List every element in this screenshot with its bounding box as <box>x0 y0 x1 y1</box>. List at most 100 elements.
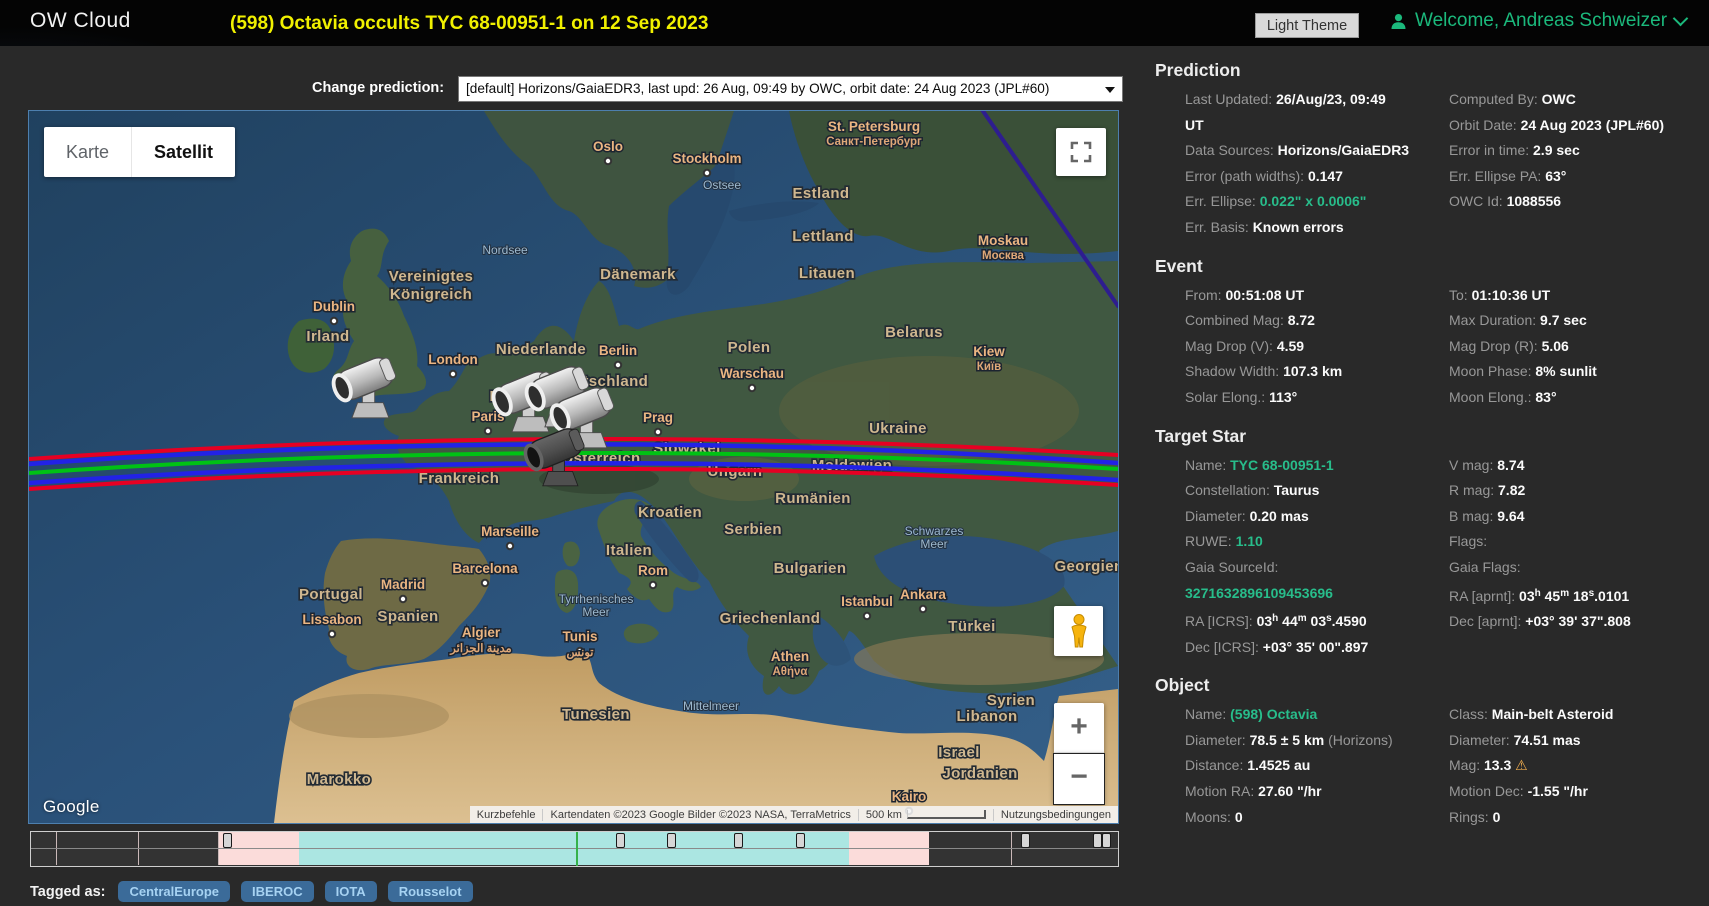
field-value: 0 <box>1493 809 1501 825</box>
field-label: Combined Mag: <box>1185 312 1288 328</box>
field-row: RUWE: 1.10 <box>1185 529 1425 555</box>
section-event: EventFrom: 00:51:08 UTCombined Mag: 8.72… <box>1155 256 1700 411</box>
field-value-link[interactable]: TYC 68-00951-1 <box>1230 457 1334 473</box>
pegman-control[interactable] <box>1054 606 1103 656</box>
field-label: Motion RA: <box>1185 783 1258 799</box>
field-value: 26/Aug/23, 09:49 <box>1276 91 1386 107</box>
field-row: Diameter: 0.20 mas <box>1185 504 1425 530</box>
map-label: Rumänien <box>775 490 851 507</box>
field-label: Err. Ellipse: <box>1185 193 1260 209</box>
time-bar-segment <box>31 832 219 848</box>
field-label: Solar Elong.: <box>1185 389 1269 405</box>
map-label: Spanien <box>377 608 438 625</box>
welcome-text: Welcome, Andreas Schweizer <box>1415 10 1667 32</box>
section-object: ObjectName: (598) OctaviaDiameter: 78.5 … <box>1155 675 1700 830</box>
field-label: Mag Drop (V): <box>1185 338 1277 354</box>
field-value-link[interactable]: (598) Octavia <box>1230 706 1317 722</box>
field-value: Known errors <box>1253 219 1344 235</box>
field-label: From: <box>1185 287 1225 303</box>
field-row: Name: TYC 68-00951-1 <box>1185 453 1425 479</box>
field-label: Moons: <box>1185 809 1235 825</box>
fullscreen-button[interactable] <box>1056 128 1106 176</box>
city-dot <box>450 371 456 377</box>
field-label: Moon Elong.: <box>1449 389 1535 405</box>
station-chord-marker[interactable] <box>1102 833 1111 848</box>
event-time-bar[interactable] <box>30 831 1119 867</box>
field-row: Mag Drop (V): 4.59 <box>1185 334 1425 360</box>
field-value: 2.9 sec <box>1533 142 1580 158</box>
map-type-satellit[interactable]: Satellit <box>131 127 235 177</box>
field-row: Orbit Date: 24 Aug 2023 (JPL#60) <box>1449 113 1700 139</box>
map-label: London <box>428 352 477 367</box>
zoom-out-button[interactable]: − <box>1054 754 1104 804</box>
field-value: (JPL#60) <box>1606 117 1664 133</box>
zoom-in-button[interactable]: + <box>1054 703 1104 753</box>
map-label: Kroatien <box>638 504 702 521</box>
field-value: 0.20 mas <box>1250 508 1309 524</box>
map-label: Bulgarien <box>774 560 847 577</box>
field-row: Constellation: Taurus <box>1185 478 1425 504</box>
terms-link[interactable]: Nutzungsbedingungen <box>993 809 1118 821</box>
map-label: Dublin <box>313 299 355 314</box>
station-chord-marker[interactable] <box>667 833 676 848</box>
field-row: Last Updated: 26/Aug/23, 09:49UT <box>1185 87 1425 138</box>
map-label: Portugal <box>299 586 363 603</box>
map-label: Litauen <box>799 265 855 282</box>
city-dot <box>615 362 621 368</box>
station-chord-marker[interactable] <box>1093 833 1102 848</box>
field-value-link[interactable]: 3271632896109453696 <box>1185 585 1333 601</box>
tag-centraleurope[interactable]: CentralEurope <box>118 881 230 902</box>
tag-rousselot[interactable]: Rousselot <box>388 881 473 902</box>
map-label: Irland <box>306 328 349 345</box>
field-label: To: <box>1449 287 1472 303</box>
map-label: Dänemark <box>600 266 676 283</box>
light-theme-button[interactable]: Light Theme <box>1255 13 1359 38</box>
field-label: Computed By: <box>1449 91 1542 107</box>
station-chord-marker[interactable] <box>223 833 232 848</box>
station-chord-marker[interactable] <box>616 833 625 848</box>
map-label: Italien <box>606 542 652 559</box>
keyboard-shortcuts-link[interactable]: Kurzbefehle <box>470 809 543 821</box>
station-chord-marker[interactable] <box>1021 833 1030 848</box>
city-dot <box>864 613 870 619</box>
station-chord-marker[interactable] <box>734 833 743 848</box>
map-type-control[interactable]: Karte Satellit <box>44 127 235 177</box>
map-label: Griechenland <box>720 610 821 627</box>
city-dot <box>605 158 611 164</box>
field-value: .0101 <box>1594 588 1629 604</box>
field-value: 63° <box>1545 168 1566 184</box>
field-value: 0.147 <box>1308 168 1343 184</box>
time-bar-gridline <box>56 849 57 865</box>
field-label: RA [aprnt]: <box>1449 588 1519 604</box>
field-row: Dec [aprnt]: +03° 39' 37".808 <box>1449 609 1700 635</box>
occultation-map[interactable]: NordseeOstseeTyrrhenischesMeerSchwarzesM… <box>28 110 1119 824</box>
map-type-karte[interactable]: Karte <box>44 127 131 177</box>
tag-iberoc[interactable]: IBEROC <box>241 881 314 902</box>
field-label: RA [ICRS]: <box>1185 613 1257 629</box>
time-bar-segment <box>299 832 849 848</box>
map-label: Meer <box>920 537 947 551</box>
field-label: Max Duration: <box>1449 312 1540 328</box>
field-value: 9.64 <box>1497 508 1524 524</box>
time-bar-segment <box>849 849 929 865</box>
station-chord-marker[interactable] <box>796 833 805 848</box>
tag-iota[interactable]: IOTA <box>325 881 377 902</box>
map-label: Marseille <box>481 524 539 539</box>
map-label: Lissabon <box>302 612 361 627</box>
field-row: Class: Main-belt Asteroid <box>1449 702 1700 728</box>
field-row: Error in time: 2.9 sec <box>1449 138 1700 164</box>
field-value: -1.55 "/hr <box>1528 783 1588 799</box>
field-row: Moon Elong.: 83° <box>1449 385 1700 411</box>
field-label: Name: <box>1185 706 1230 722</box>
field-value: 8% sunlit <box>1535 363 1596 379</box>
field-label: Name: <box>1185 457 1230 473</box>
field-value: 8.74 <box>1497 457 1524 473</box>
field-value: .4590 <box>1332 613 1367 629</box>
time-bar-segment <box>299 849 849 865</box>
prediction-select[interactable]: [default] Horizons/GaiaEDR3, last upd: 2… <box>458 76 1123 102</box>
field-label: Diameter: <box>1449 732 1514 748</box>
user-menu[interactable]: Welcome, Andreas Schweizer <box>1390 10 1686 32</box>
map-label: Serbien <box>724 521 782 538</box>
field-label: OWC Id: <box>1449 193 1507 209</box>
map-data-credit: Kartendaten ©2023 Google Bilder ©2023 NA… <box>542 809 857 821</box>
